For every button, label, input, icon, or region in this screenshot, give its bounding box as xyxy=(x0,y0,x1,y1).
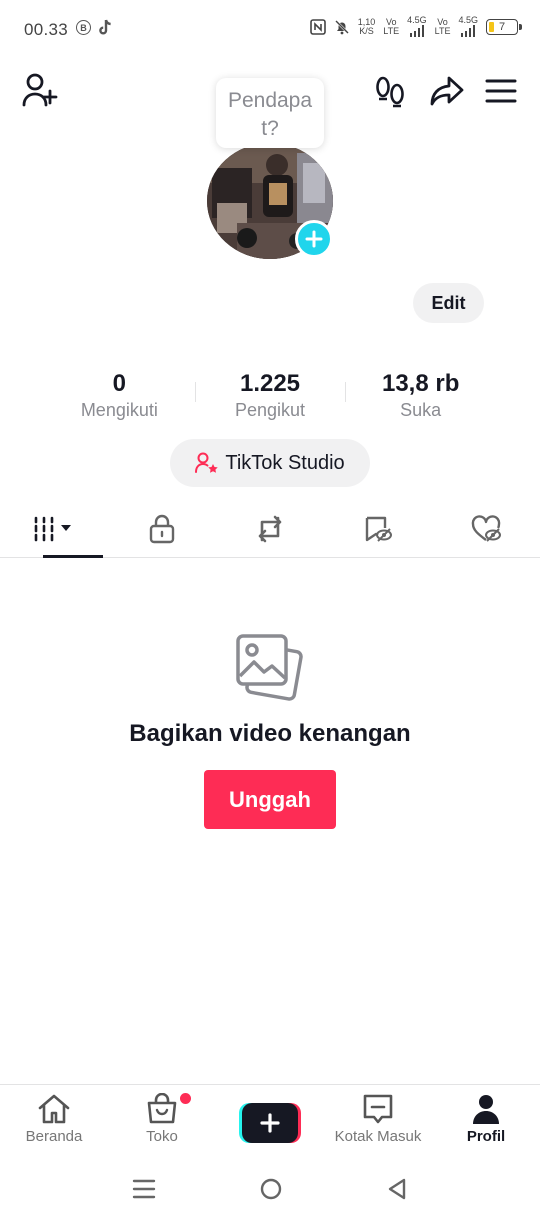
photos-icon xyxy=(234,634,304,709)
video-grid-dropdown-icon xyxy=(34,516,71,541)
inbox-message-icon xyxy=(363,1094,393,1124)
sim1-signal-icon xyxy=(409,25,425,37)
recent-apps-icon[interactable] xyxy=(132,1178,156,1200)
sim1-volte-bottom: LTE xyxy=(383,25,400,36)
share-profile-button[interactable] xyxy=(428,74,466,108)
add-story-button[interactable] xyxy=(295,220,333,258)
nav-profile-label: Profil xyxy=(466,1128,506,1145)
home-icon xyxy=(38,1094,70,1124)
nav-shop-label: Toko xyxy=(146,1128,178,1145)
back-triangle-icon[interactable] xyxy=(386,1177,408,1201)
shopping-bag-icon xyxy=(147,1093,177,1124)
tiktok-notification-icon xyxy=(99,19,111,35)
menu-button[interactable] xyxy=(484,76,518,106)
tab-videos[interactable] xyxy=(0,500,108,558)
tab-private[interactable] xyxy=(108,500,216,557)
tiktok-studio-label: TikTok Studio xyxy=(225,451,345,474)
tiktok-studio-button[interactable]: TikTok Studio xyxy=(170,439,370,487)
stat-label: Mengikuti xyxy=(80,400,158,420)
add-friend-button[interactable] xyxy=(20,72,60,108)
edit-profile-button[interactable]: Edit xyxy=(413,283,484,323)
lock-icon xyxy=(149,514,175,543)
nav-create[interactable] xyxy=(216,1085,324,1154)
tab-reposts[interactable] xyxy=(216,500,324,557)
person-star-icon xyxy=(195,452,219,473)
nav-home-label: Beranda xyxy=(25,1128,83,1145)
person-add-icon xyxy=(22,73,58,107)
profile-stats: 0 Mengikuti 1.225 Pengikut 13,8 rb Suka xyxy=(44,370,496,421)
plus-icon xyxy=(305,230,323,248)
create-button[interactable] xyxy=(239,1103,301,1143)
speed-unit: K/S xyxy=(359,25,374,36)
hamburger-menu-icon xyxy=(485,79,517,103)
battery-level: 7 xyxy=(498,20,506,33)
notification-dot xyxy=(180,1093,191,1104)
share-arrow-icon xyxy=(430,76,464,106)
nav-inbox[interactable]: Kotak Masuk xyxy=(324,1085,432,1154)
footprints-icon xyxy=(376,76,404,108)
stat-label: Suka xyxy=(400,400,442,420)
stat-following[interactable]: 0 Mengikuti xyxy=(44,370,195,421)
sim1-network: 4.5G xyxy=(407,15,427,25)
tab-favorites[interactable] xyxy=(324,500,432,557)
repost-icon xyxy=(258,515,282,542)
stat-value: 0 xyxy=(112,370,127,397)
upload-button[interactable]: Unggah xyxy=(204,770,336,829)
thoughts-bubble[interactable]: Pendapat? xyxy=(216,78,324,148)
plus-icon xyxy=(260,1113,280,1133)
stat-followers[interactable]: 1.225 Pengikut xyxy=(194,370,346,421)
profile-visitors-button[interactable] xyxy=(372,74,408,110)
heart-hidden-icon xyxy=(471,514,501,542)
stat-likes[interactable]: 13,8 rb Suka xyxy=(345,370,496,421)
stat-value: 13,8 rb xyxy=(381,370,460,397)
sim2-network: 4.5G xyxy=(458,15,478,25)
nav-inbox-label: Kotak Masuk xyxy=(334,1128,422,1145)
profile-person-icon xyxy=(473,1095,499,1124)
profile-tabs xyxy=(0,500,540,558)
nav-profile[interactable]: Profil xyxy=(432,1085,540,1154)
sim2-volte-bottom: LTE xyxy=(434,25,451,36)
b-icon: B xyxy=(76,20,91,35)
empty-state-title: Bagikan video kenangan xyxy=(129,720,411,747)
stat-label: Pengikut xyxy=(234,400,306,420)
nfc-icon xyxy=(309,18,326,35)
status-bar: 00.33 B 1,10 K/S Vo LTE 4.5G Vo LTE 4.5G… xyxy=(0,0,540,58)
system-navigation-bar xyxy=(0,1160,540,1218)
battery-icon: 7 xyxy=(486,18,522,35)
tab-liked[interactable] xyxy=(432,500,540,557)
sim2-signal-icon xyxy=(460,25,476,37)
stat-value: 1.225 xyxy=(239,370,301,397)
mute-bell-icon xyxy=(334,19,349,34)
bookmark-hidden-icon xyxy=(365,516,392,542)
nav-home[interactable]: Beranda xyxy=(0,1085,108,1154)
bottom-navigation: Beranda Toko Kotak Masuk Profil xyxy=(0,1084,540,1154)
home-circle-icon[interactable] xyxy=(259,1177,283,1201)
nav-shop[interactable]: Toko xyxy=(108,1085,216,1154)
status-time: 00.33 xyxy=(24,20,69,39)
